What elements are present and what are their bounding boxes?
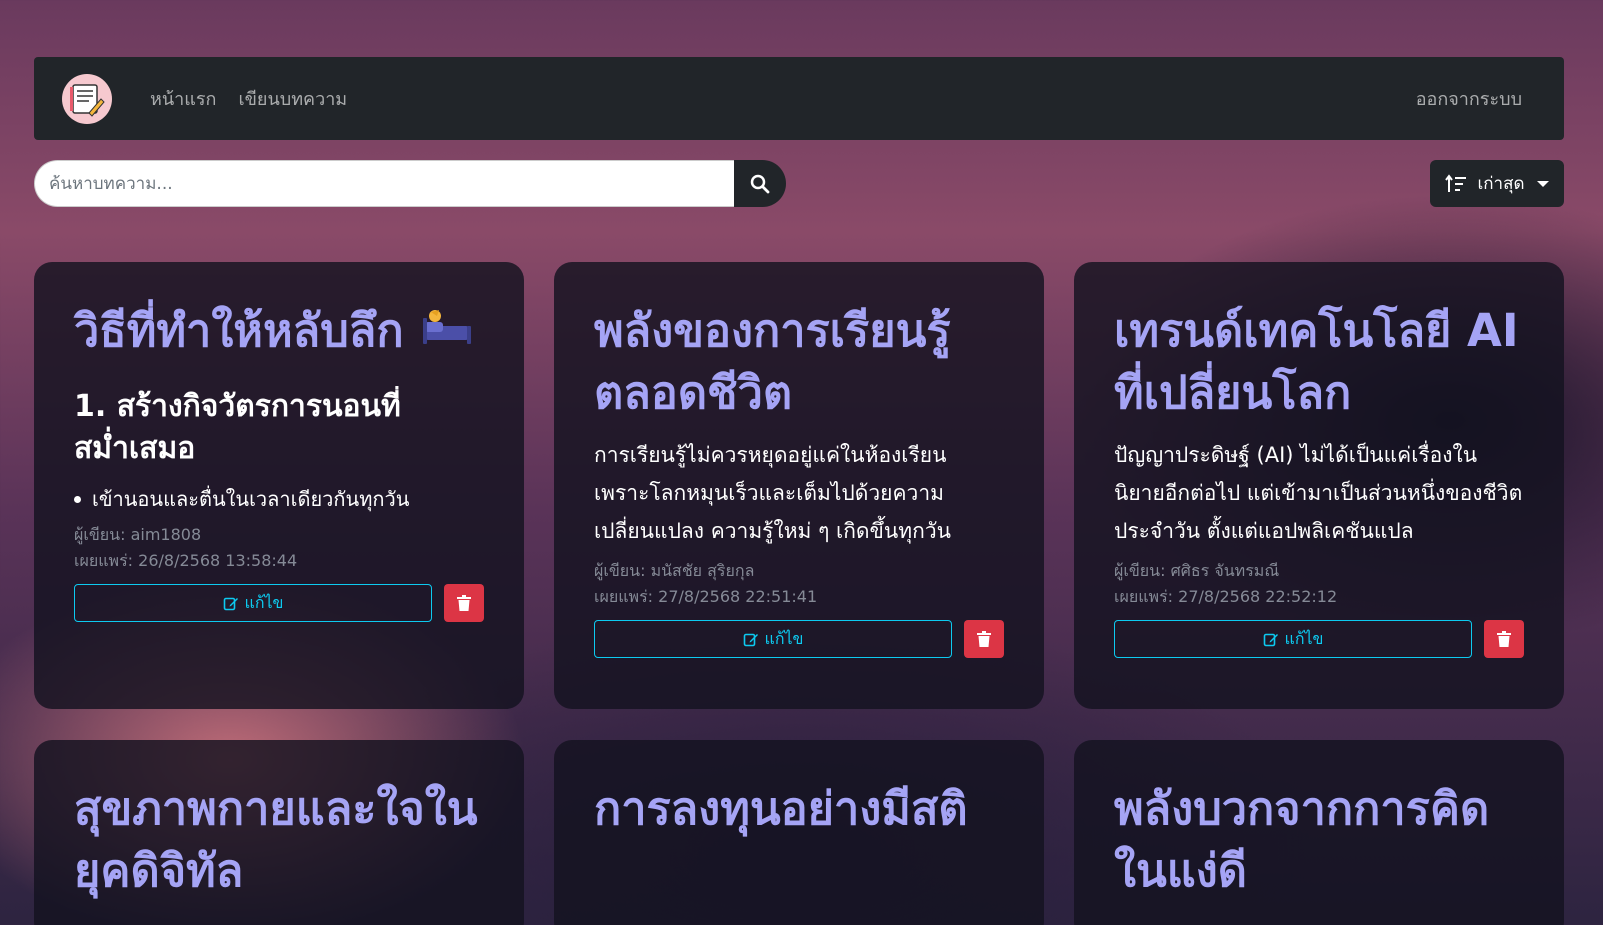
edit-button[interactable]: แก้ไข <box>594 620 952 658</box>
article-published: เผยแพร่: 26/8/2568 13:58:44 <box>74 551 298 570</box>
edit-icon <box>223 597 238 611</box>
sort-ascending-icon <box>1445 173 1467 192</box>
article-meta: ผู้เขียน: ศศิธร จันทรมณี เผยแพร่: 27/8/2… <box>1114 558 1524 610</box>
article-meta: ผู้เขียน: มนัสชัย สุริยกุล เผยแพร่: 27/8… <box>594 558 1004 610</box>
edit-button[interactable]: แก้ไข <box>1114 620 1472 658</box>
article-title: เทรนด์เทคโนโลยี AI ที่เปลี่ยนโลก <box>1114 304 1519 419</box>
article-title: พลังบวกจากการคิดในแง่ดี <box>1114 782 1490 897</box>
article-published: เผยแพร่: 27/8/2568 22:51:41 <box>594 587 818 606</box>
blog-logo-icon[interactable] <box>62 73 112 124</box>
article-card: พลังบวกจากการคิดในแง่ดี <box>1074 740 1564 925</box>
trash-icon <box>1497 631 1511 647</box>
sort-dropdown-button[interactable]: เก่าสุด <box>1430 160 1564 207</box>
article-card: สุขภาพกายและใจในยุคดิจิทัล <box>34 740 524 925</box>
article-title: วิธีที่ทำให้หลับลึก <box>74 300 484 368</box>
edit-icon <box>743 633 758 647</box>
article-excerpt: ปัญญาประดิษฐ์ (AI) ไม่ได้เป็นแค่เรื่องใน… <box>1114 443 1523 543</box>
article-card: วิธีที่ทำให้หลับลึก 1. สร้างกิจวัตรการนอ… <box>34 262 524 709</box>
delete-button[interactable] <box>444 584 484 622</box>
excerpt-list-item: เข้านอนและตื่นในเวลาเดียวกันทุกวัน <box>74 484 484 514</box>
article-meta: ผู้เขียน: aim1808 เผยแพร่: 26/8/2568 13:… <box>74 522 484 574</box>
nav-home-link[interactable]: หน้าแรก <box>150 84 216 113</box>
article-published: เผยแพร่: 27/8/2568 22:52:12 <box>1114 587 1338 606</box>
article-actions: แก้ไข <box>74 584 484 622</box>
trash-icon <box>977 631 991 647</box>
article-author: ผู้เขียน: มนัสชัย สุริยกุล <box>594 561 755 580</box>
delete-button[interactable] <box>964 620 1004 658</box>
article-author: ผู้เขียน: aim1808 <box>74 525 202 544</box>
article-card: การลงทุนอย่างมีสติ <box>554 740 1044 925</box>
search-bar <box>34 160 786 207</box>
search-input[interactable] <box>34 160 734 207</box>
article-title: สุขภาพกายและใจในยุคดิจิทัล <box>74 782 478 897</box>
article-title: การลงทุนอย่างมีสติ <box>594 782 968 835</box>
nav-write-link[interactable]: เขียนบทความ <box>238 84 347 113</box>
chevron-down-icon <box>1536 180 1549 187</box>
article-actions: แก้ไข <box>594 620 1004 658</box>
article-card: พลังของการเรียนรู้ตลอดชีวิต การเรียนรู้ไ… <box>554 262 1044 709</box>
search-icon <box>750 174 770 193</box>
article-actions: แก้ไข <box>1114 620 1524 658</box>
edit-icon <box>1263 633 1278 647</box>
article-author: ผู้เขียน: ศศิธร จันทรมณี <box>1114 561 1280 580</box>
article-title: พลังของการเรียนรู้ตลอดชีวิต <box>594 304 951 419</box>
edit-label: แก้ไข <box>1284 628 1324 648</box>
sort-label: เก่าสุด <box>1477 174 1525 194</box>
excerpt-heading: 1. สร้างกิจวัตรการนอนที่สม่ำเสมอ <box>74 389 401 466</box>
article-excerpt: การเรียนรู้ไม่ควรหยุดอยู่แค่ในห้องเรียน … <box>594 443 951 543</box>
delete-button[interactable] <box>1484 620 1524 658</box>
article-card: เทรนด์เทคโนโลยี AI ที่เปลี่ยนโลก ปัญญาปร… <box>1074 262 1564 709</box>
navbar: หน้าแรก เขียนบทความ ออกจากระบบ <box>34 57 1564 140</box>
article-title-text: วิธีที่ทำให้หลับลึก <box>74 304 404 357</box>
edit-button[interactable]: แก้ไข <box>74 584 432 622</box>
search-button[interactable] <box>734 160 786 207</box>
trash-icon <box>457 595 471 611</box>
logout-link[interactable]: ออกจากระบบ <box>1416 84 1522 113</box>
bed-icon <box>419 306 475 368</box>
edit-label: แก้ไข <box>764 628 804 648</box>
article-excerpt: 1. สร้างกิจวัตรการนอนที่สม่ำเสมอ เข้านอน… <box>74 386 484 514</box>
edit-label: แก้ไข <box>244 592 284 612</box>
